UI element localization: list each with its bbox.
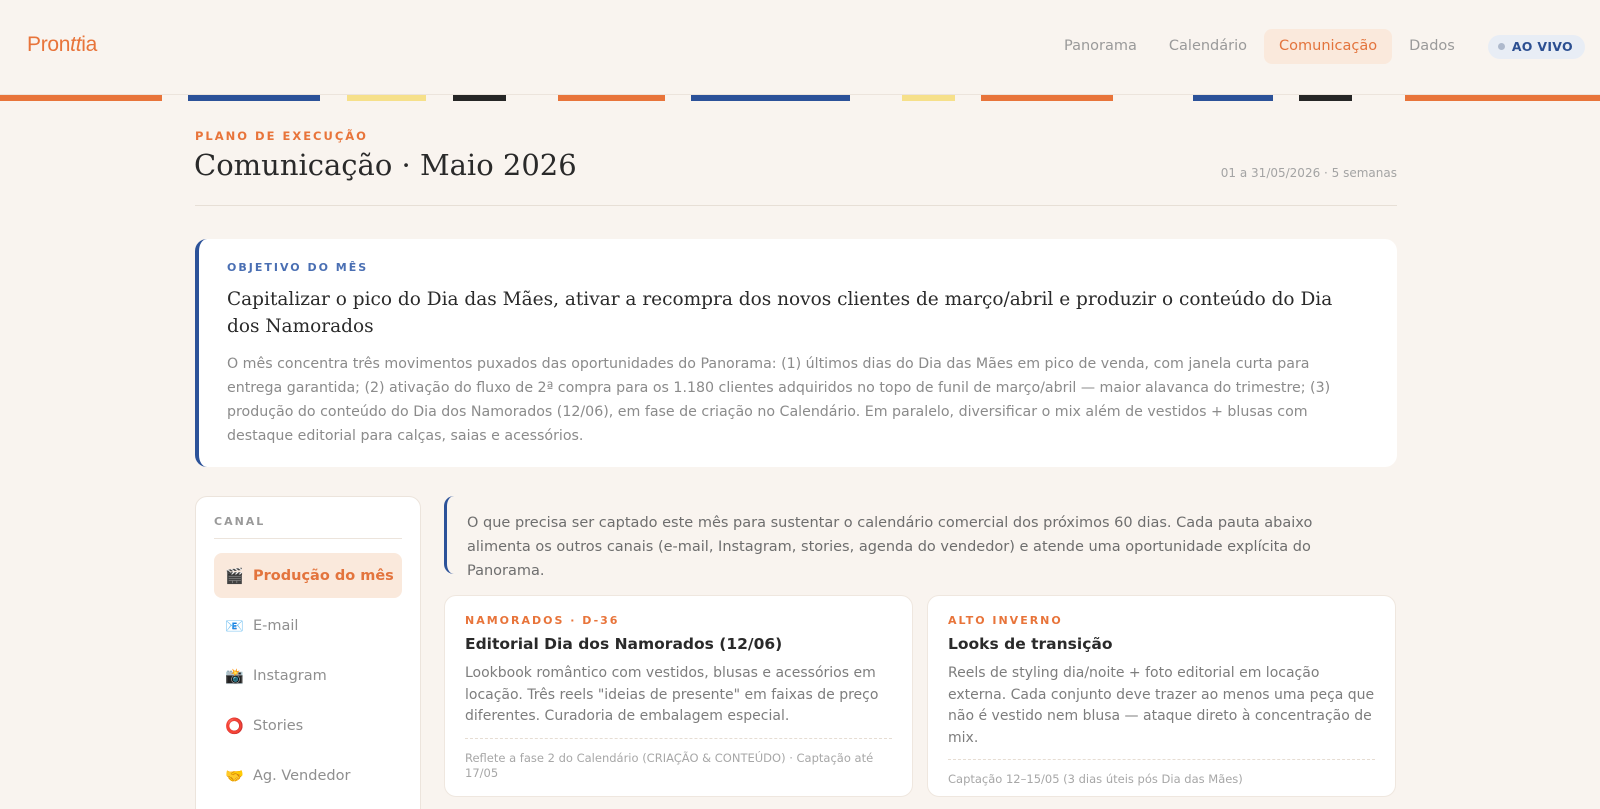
- objective-eyebrow: OBJETIVO DO MÊS: [227, 261, 369, 274]
- stripe-segment: [981, 95, 1113, 101]
- objective-title: Capitalizar o pico do Dia das Mães, ativ…: [227, 289, 1333, 337]
- camera-icon: 📸: [225, 666, 244, 685]
- card-title: Looks de transição: [948, 635, 1113, 653]
- stripe-segment: [1299, 95, 1352, 101]
- live-dot-icon: [1497, 43, 1505, 50]
- stripe-segment: [453, 95, 506, 101]
- sidebar-item-label: Produção do mês: [253, 567, 394, 584]
- header-divider: [195, 205, 1397, 206]
- stripe-segment: [0, 95, 162, 101]
- stripe-segment: [188, 95, 320, 101]
- period-meta: 01 a 31/05/2026 · 5 semanas: [1220, 166, 1397, 180]
- card-body: Lookbook romântico com vestidos, blusas …: [465, 663, 892, 739]
- sidebar-item-ag-vendedor[interactable]: 🤝 Ag. Vendedor: [214, 753, 402, 798]
- decorative-color-stripe: [0, 95, 1600, 101]
- stripe-segment: [691, 95, 850, 101]
- logo-text-italic: tt: [70, 33, 82, 56]
- card-eyebrow: NAMORADOS · D-36: [465, 614, 620, 627]
- sidebar-item-email[interactable]: 📧 E-mail: [214, 603, 402, 648]
- card-body: Reels de styling dia/noite + foto editor…: [948, 663, 1375, 760]
- stripe-segment: [1193, 95, 1273, 101]
- stripe-segment: [558, 95, 665, 101]
- nav-tab-calendario[interactable]: Calendário: [1154, 29, 1262, 64]
- objective-card: OBJETIVO DO MÊS Capitalizar o pico do Di…: [195, 239, 1397, 467]
- card-footnote: Captação 12–15/05 (3 dias úteis pós Dia …: [948, 772, 1243, 786]
- ring-icon: ⭕: [225, 716, 244, 735]
- stripe-segment: [902, 95, 955, 101]
- sidebar-heading: CANAL: [214, 515, 402, 539]
- logo-text-prefix: Pron: [27, 33, 71, 56]
- sidebar-item-label: Stories: [253, 717, 304, 734]
- card-footnote: Reflete a fase 2 do Calendário (CRIAÇÃO …: [465, 750, 874, 780]
- main-nav: Panorama Calendário Comunicação Dados AO…: [1047, 29, 1585, 64]
- sidebar-item-producao[interactable]: 🎬 Produção do mês: [214, 553, 402, 598]
- sidebar-item-stories[interactable]: ⭕ Stories: [214, 703, 402, 748]
- sidebar-item-label: Instagram: [253, 667, 327, 684]
- handshake-icon: 🤝: [225, 766, 244, 785]
- app-logo[interactable]: Pronttia: [27, 33, 97, 57]
- production-card[interactable]: NAMORADOS · D-36 Editorial Dia dos Namor…: [444, 595, 913, 797]
- stripe-segment: [347, 95, 426, 101]
- logo-text-suffix: ia: [81, 33, 97, 56]
- production-intro: O que precisa ser captado este mês para …: [444, 496, 1397, 579]
- live-badge-label: AO VIVO: [1511, 39, 1573, 54]
- top-bar: Pronttia Panorama Calendário Comunicação…: [0, 0, 1600, 95]
- objective-body: O mês concentra três movimentos puxados …: [227, 356, 1331, 444]
- channel-sidebar: CANAL 🎬 Produção do mês 📧 E-mail 📸 Insta…: [195, 496, 421, 809]
- clapperboard-icon: 🎬: [225, 566, 244, 585]
- sidebar-item-label: E-mail: [253, 617, 299, 634]
- channel-list: 🎬 Produção do mês 📧 E-mail 📸 Instagram ⭕…: [214, 553, 402, 798]
- envelope-icon: 📧: [225, 616, 244, 635]
- live-badge: AO VIVO: [1487, 34, 1585, 59]
- page-title: Comunicação · Maio 2026: [194, 148, 577, 182]
- nav-tab-comunicacao[interactable]: Comunicação: [1264, 29, 1393, 64]
- card-title: Editorial Dia dos Namorados (12/06): [465, 635, 783, 653]
- stripe-segment: [1405, 95, 1600, 101]
- nav-tab-dados[interactable]: Dados: [1394, 29, 1470, 64]
- nav-tab-panorama[interactable]: Panorama: [1049, 29, 1152, 64]
- card-eyebrow: ALTO INVERNO: [948, 614, 1063, 627]
- sidebar-item-instagram[interactable]: 📸 Instagram: [214, 653, 402, 698]
- sidebar-item-label: Ag. Vendedor: [253, 767, 351, 784]
- page-eyebrow: PLANO DE EXECUÇÃO: [195, 129, 368, 143]
- production-card[interactable]: ALTO INVERNO Looks de transição Reels de…: [927, 595, 1396, 797]
